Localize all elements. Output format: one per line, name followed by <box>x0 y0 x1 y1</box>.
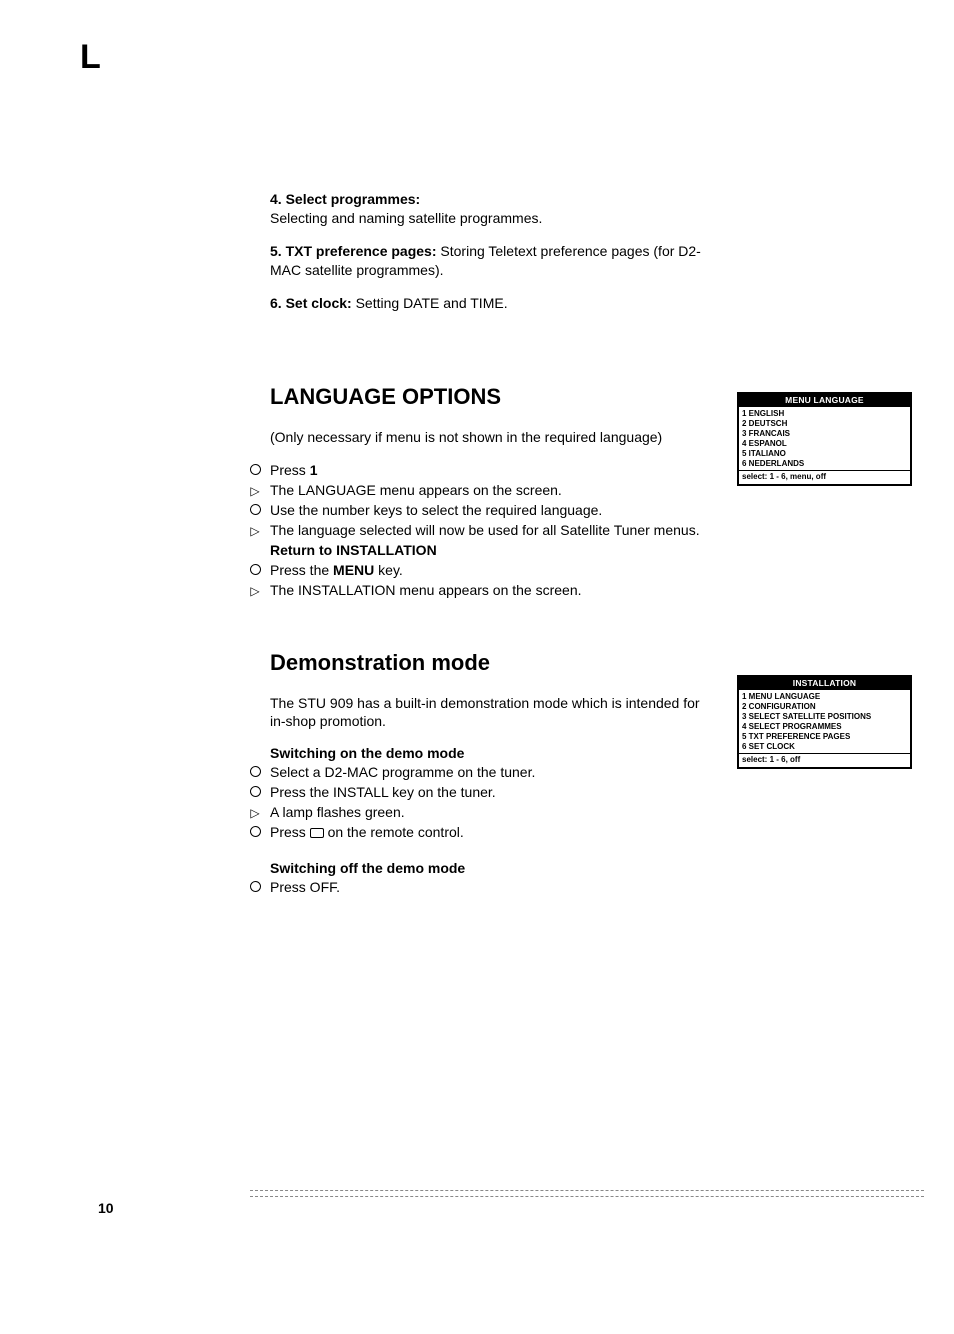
osd-installation: INSTALLATION 1 MENU LANGUAGE 2 CONFIGURA… <box>737 675 912 769</box>
osd-footer: select: 1 - 6, off <box>739 753 910 767</box>
triangle-bullet-icon <box>246 581 264 600</box>
step-text: Press <box>270 824 310 840</box>
intro-item-4: 4. Select programmes: Selecting and nami… <box>270 190 710 228</box>
step-select-d2mac: Select a D2-MAC programme on the tuner. <box>246 763 710 782</box>
step-text: The LANGUAGE menu appears on the screen. <box>270 482 562 498</box>
page-number: 10 <box>98 1200 114 1216</box>
osd-item: 2 CONFIGURATION <box>742 702 907 712</box>
osd-title: INSTALLATION <box>739 677 910 690</box>
step-text-tail: key. <box>374 562 403 578</box>
osd-menu-language: MENU LANGUAGE 1 ENGLISH 2 DEUTSCH 3 FRAN… <box>737 392 912 486</box>
osd-item: 6 SET CLOCK <box>742 742 907 752</box>
circle-bullet-icon <box>246 823 264 842</box>
step-text: Select a D2-MAC programme on the tuner. <box>270 764 535 780</box>
circle-bullet-icon <box>246 783 264 802</box>
circle-bullet-icon <box>246 501 264 520</box>
osd-item: 5 ITALIANO <box>742 449 907 459</box>
step-language-applied: The language selected will now be used f… <box>246 521 710 540</box>
corner-mark: L <box>80 38 101 77</box>
main-text-column: 4. Select programmes: Selecting and nami… <box>270 190 710 898</box>
demo-off-steps: Press OFF. <box>246 878 710 897</box>
step-text-tail: on the remote control. <box>324 824 464 840</box>
triangle-bullet-icon <box>246 521 264 540</box>
key-menu: MENU <box>333 562 374 578</box>
osd-body: 1 ENGLISH 2 DEUTSCH 3 FRANCAIS 4 ESPANOL… <box>739 407 910 470</box>
step-press-menu: Press the MENU key. <box>246 561 710 580</box>
demo-on-steps: Select a D2-MAC programme on the tuner. … <box>246 763 710 842</box>
step-text: Press the <box>270 562 333 578</box>
step-lamp-flashes: A lamp flashes green. <box>246 803 710 822</box>
step-text: A lamp flashes green. <box>270 804 405 820</box>
circle-bullet-icon <box>246 763 264 782</box>
step-text: Press <box>270 462 310 478</box>
osd-title: MENU LANGUAGE <box>739 394 910 407</box>
step-select-language: Use the number keys to select the requir… <box>246 501 710 520</box>
scan-artifact-line <box>250 1190 924 1194</box>
step-text: The INSTALLATION menu appears on the scr… <box>270 582 582 598</box>
osd-item: 5 TXT PREFERENCE PAGES <box>742 732 907 742</box>
step-text: Press OFF. <box>270 879 340 895</box>
osd-item: 3 FRANCAIS <box>742 429 907 439</box>
step-installation-menu-appears: The INSTALLATION menu appears on the scr… <box>246 581 710 600</box>
osd-footer: select: 1 - 6, menu, off <box>739 470 910 484</box>
osd-item: 4 SELECT PROGRAMMES <box>742 722 907 732</box>
item4-body: Selecting and naming satellite programme… <box>270 210 542 226</box>
circle-bullet-icon <box>246 878 264 897</box>
language-note: (Only necessary if menu is not shown in … <box>270 428 710 447</box>
item5-title: 5. TXT preference pages: <box>270 243 437 259</box>
triangle-bullet-icon <box>246 481 264 500</box>
step-language-menu-appears: The LANGUAGE menu appears on the screen. <box>246 481 710 500</box>
return-to-installation-title: Return to INSTALLATION <box>246 541 710 560</box>
step-press-1: Press 1 <box>246 461 710 480</box>
heading-demonstration-mode: Demonstration mode <box>270 650 710 676</box>
step-press-install: Press the INSTALL key on the tuner. <box>246 783 710 802</box>
osd-item: 1 ENGLISH <box>742 409 907 419</box>
step-press-remote: Press on the remote control. <box>246 823 710 842</box>
step-text: Use the number keys to select the requir… <box>270 502 602 518</box>
osd-item: 1 MENU LANGUAGE <box>742 692 907 702</box>
osd-body: 1 MENU LANGUAGE 2 CONFIGURATION 3 SELECT… <box>739 690 910 753</box>
language-steps: Press 1 The LANGUAGE menu appears on the… <box>246 461 710 599</box>
circle-bullet-icon <box>246 461 264 480</box>
triangle-bullet-icon <box>246 803 264 822</box>
switching-on-title: Switching on the demo mode <box>270 745 710 761</box>
intro-item-5: 5. TXT preference pages: Storing Teletex… <box>270 242 710 280</box>
tv-remote-icon <box>310 828 324 838</box>
circle-bullet-icon <box>246 561 264 580</box>
intro-item-6: 6. Set clock: Setting DATE and TIME. <box>270 294 710 313</box>
demo-intro: The STU 909 has a built-in demonstration… <box>270 694 710 732</box>
step-text: Press the INSTALL key on the tuner. <box>270 784 496 800</box>
item6-body: Setting DATE and TIME. <box>352 295 508 311</box>
key-1: 1 <box>310 462 318 478</box>
step-press-off: Press OFF. <box>246 878 710 897</box>
osd-item: 6 NEDERLANDS <box>742 459 907 469</box>
osd-item: 2 DEUTSCH <box>742 419 907 429</box>
step-text: The language selected will now be used f… <box>270 522 700 538</box>
item4-title: 4. Select programmes: <box>270 191 420 207</box>
osd-item: 3 SELECT SATELLITE POSITIONS <box>742 712 907 722</box>
osd-item: 4 ESPANOL <box>742 439 907 449</box>
subheading: Return to INSTALLATION <box>270 542 437 558</box>
item6-title: 6. Set clock: <box>270 295 352 311</box>
heading-language-options: LANGUAGE OPTIONS <box>270 384 710 410</box>
switching-off-title: Switching off the demo mode <box>270 860 710 876</box>
